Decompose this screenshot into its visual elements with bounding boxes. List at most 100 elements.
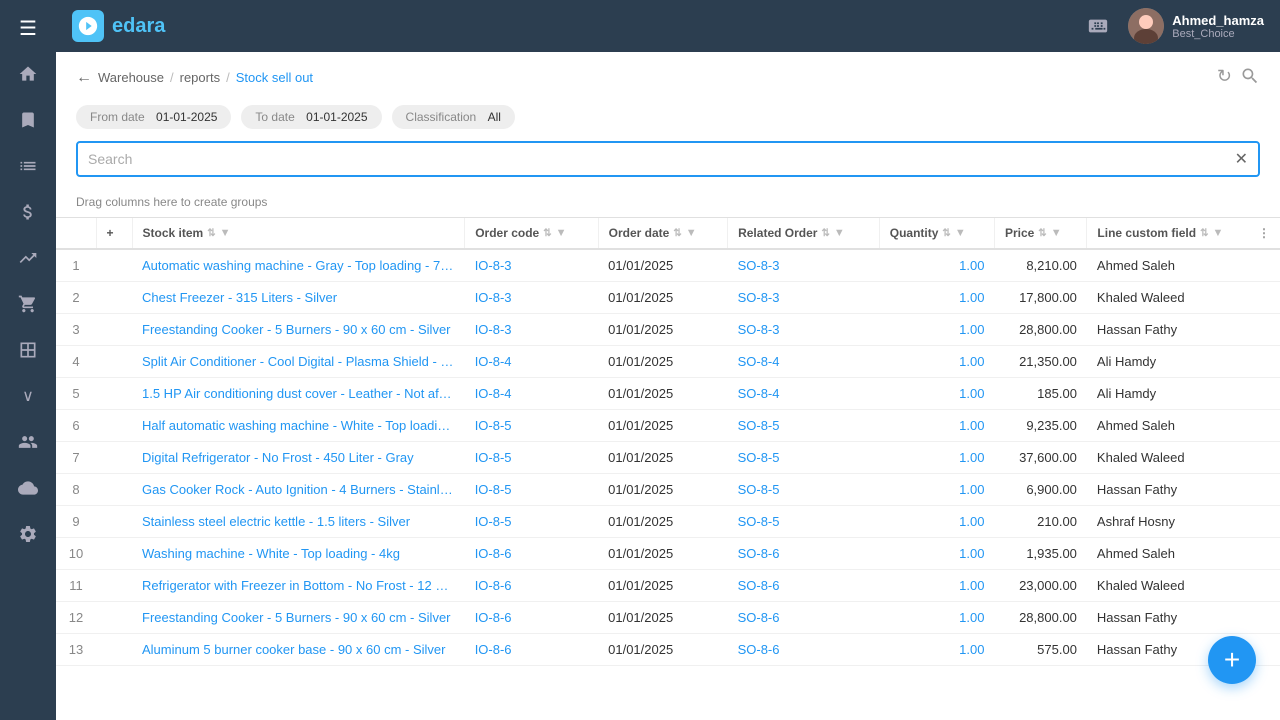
back-icon[interactable]: ←: [76, 69, 92, 87]
search-input[interactable]: [88, 151, 1235, 167]
filter-to-date[interactable]: To date 01-01-2025: [241, 105, 381, 129]
keyboard-button[interactable]: [1080, 8, 1116, 44]
row-spacer: [96, 538, 132, 570]
group-drag-area: Drag columns here to create groups: [56, 187, 1280, 218]
sidebar-item-collapse[interactable]: ∨: [8, 376, 48, 416]
sidebar-item-bookmarks[interactable]: [8, 100, 48, 140]
row-stock-item[interactable]: Half automatic washing machine - White -…: [132, 410, 465, 442]
row-order-date: 01/01/2025: [598, 506, 727, 538]
topbar-left: edara: [72, 10, 165, 42]
row-stock-item[interactable]: Refrigerator with Freezer in Bottom - No…: [132, 570, 465, 602]
col-quantity[interactable]: Quantity ⇅ ▼: [879, 218, 994, 249]
breadcrumb-warehouse[interactable]: Warehouse: [98, 70, 164, 85]
app-logo: edara: [72, 10, 165, 42]
table-row[interactable]: 13 Aluminum 5 burner cooker base - 90 x …: [56, 634, 1280, 666]
sidebar-item-list[interactable]: [8, 146, 48, 186]
row-stock-item[interactable]: Split Air Conditioner - Cool Digital - P…: [132, 346, 465, 378]
row-quantity: 1.00: [879, 282, 994, 314]
table-row[interactable]: 5 1.5 HP Air conditioning dust cover - L…: [56, 378, 1280, 410]
sidebar-item-home[interactable]: [8, 54, 48, 94]
col-order-date[interactable]: Order date ⇅ ▼: [598, 218, 727, 249]
row-spacer: [96, 249, 132, 282]
row-stock-item[interactable]: Chest Freezer - 315 Liters - Silver: [132, 282, 465, 314]
sidebar-item-menu[interactable]: ☰: [8, 8, 48, 48]
row-quantity: 1.00: [879, 410, 994, 442]
row-num: 8: [56, 474, 96, 506]
search-clear-button[interactable]: ✕: [1235, 149, 1248, 169]
sidebar-item-analytics[interactable]: [8, 238, 48, 278]
price-filter-icon[interactable]: ▼: [1051, 227, 1062, 239]
table-row[interactable]: 12 Freestanding Cooker - 5 Burners - 90 …: [56, 602, 1280, 634]
breadcrumb-current: Stock sell out: [236, 70, 313, 85]
row-line-custom-field: Ashraf Hosny: [1087, 506, 1280, 538]
sidebar-item-cloud[interactable]: [8, 468, 48, 508]
lcf-more-icon[interactable]: ⋮: [1258, 226, 1270, 240]
main-content: edara Ahmed_hamza Best_Choice: [56, 0, 1280, 720]
row-related-order: SO-8-6: [728, 602, 880, 634]
row-line-custom-field: Hassan Fathy: [1087, 602, 1280, 634]
search-bar: ✕: [76, 141, 1260, 177]
col-price[interactable]: Price ⇅ ▼: [994, 218, 1086, 249]
table-row[interactable]: 9 Stainless steel electric kettle - 1.5 …: [56, 506, 1280, 538]
filter-classification[interactable]: Classification All: [392, 105, 515, 129]
row-spacer: [96, 282, 132, 314]
breadcrumb-reports[interactable]: reports: [180, 70, 220, 85]
row-price: 28,800.00: [994, 602, 1086, 634]
row-line-custom-field: Ali Hamdy: [1087, 378, 1280, 410]
row-price: 185.00: [994, 378, 1086, 410]
col-stock-item[interactable]: Stock item ⇅ ▼: [132, 218, 465, 249]
col-order-code[interactable]: Order code ⇅ ▼: [465, 218, 598, 249]
row-spacer: [96, 634, 132, 666]
row-stock-item[interactable]: Automatic washing machine - Gray - Top l…: [132, 249, 465, 282]
table-row[interactable]: 3 Freestanding Cooker - 5 Burners - 90 x…: [56, 314, 1280, 346]
col-related-order[interactable]: Related Order ⇅ ▼: [728, 218, 880, 249]
fab-add-button[interactable]: +: [1208, 636, 1256, 684]
order-date-filter-icon[interactable]: ▼: [686, 227, 697, 239]
sidebar-item-settings[interactable]: [8, 514, 48, 554]
related-order-filter-icon[interactable]: ▼: [834, 227, 845, 239]
row-stock-item[interactable]: Gas Cooker Rock - Auto Ignition - 4 Burn…: [132, 474, 465, 506]
breadcrumb-sep1: /: [170, 70, 174, 85]
row-num: 11: [56, 570, 96, 602]
row-quantity: 1.00: [879, 506, 994, 538]
row-related-order: SO-8-3: [728, 282, 880, 314]
col-add[interactable]: +: [96, 218, 132, 249]
row-price: 6,900.00: [994, 474, 1086, 506]
filter-from-date[interactable]: From date 01-01-2025: [76, 105, 231, 129]
row-stock-item[interactable]: 1.5 HP Air conditioning dust cover - Lea…: [132, 378, 465, 410]
sidebar-item-table[interactable]: [8, 330, 48, 370]
quantity-sort-icon: ⇅: [942, 228, 950, 239]
table-row[interactable]: 4 Split Air Conditioner - Cool Digital -…: [56, 346, 1280, 378]
sidebar-item-users[interactable]: [8, 422, 48, 462]
table-row[interactable]: 7 Digital Refrigerator - No Frost - 450 …: [56, 442, 1280, 474]
sidebar-item-finance[interactable]: [8, 192, 48, 232]
row-price: 575.00: [994, 634, 1086, 666]
search-button[interactable]: [1240, 66, 1260, 89]
lcf-filter-icon[interactable]: ▼: [1213, 227, 1224, 239]
row-stock-item[interactable]: Stainless steel electric kettle - 1.5 li…: [132, 506, 465, 538]
row-stock-item[interactable]: Freestanding Cooker - 5 Burners - 90 x 6…: [132, 314, 465, 346]
table-row[interactable]: 10 Washing machine - White - Top loading…: [56, 538, 1280, 570]
row-stock-item[interactable]: Aluminum 5 burner cooker base - 90 x 60 …: [132, 634, 465, 666]
sidebar-item-shop[interactable]: [8, 284, 48, 324]
row-stock-item[interactable]: Digital Refrigerator - No Frost - 450 Li…: [132, 442, 465, 474]
refresh-button[interactable]: ↻: [1217, 66, 1232, 89]
row-quantity: 1.00: [879, 602, 994, 634]
table-row[interactable]: 8 Gas Cooker Rock - Auto Ignition - 4 Bu…: [56, 474, 1280, 506]
row-num: 4: [56, 346, 96, 378]
table-row[interactable]: 1 Automatic washing machine - Gray - Top…: [56, 249, 1280, 282]
stock-item-filter-icon[interactable]: ▼: [220, 227, 231, 239]
col-line-custom-field[interactable]: Line custom field ⇅ ▼ ⋮: [1087, 218, 1280, 249]
row-num: 1: [56, 249, 96, 282]
data-table: + Stock item ⇅ ▼ Order code ⇅: [56, 218, 1280, 666]
row-stock-item[interactable]: Washing machine - White - Top loading - …: [132, 538, 465, 570]
table-row[interactable]: 2 Chest Freezer - 315 Liters - Silver IO…: [56, 282, 1280, 314]
row-spacer: [96, 378, 132, 410]
table-row[interactable]: 11 Refrigerator with Freezer in Bottom -…: [56, 570, 1280, 602]
quantity-filter-icon[interactable]: ▼: [955, 227, 966, 239]
order-code-filter-icon[interactable]: ▼: [556, 227, 567, 239]
table-row[interactable]: 6 Half automatic washing machine - White…: [56, 410, 1280, 442]
row-quantity: 1.00: [879, 570, 994, 602]
page-content: ← Warehouse / reports / Stock sell out ↻…: [56, 52, 1280, 720]
row-stock-item[interactable]: Freestanding Cooker - 5 Burners - 90 x 6…: [132, 602, 465, 634]
